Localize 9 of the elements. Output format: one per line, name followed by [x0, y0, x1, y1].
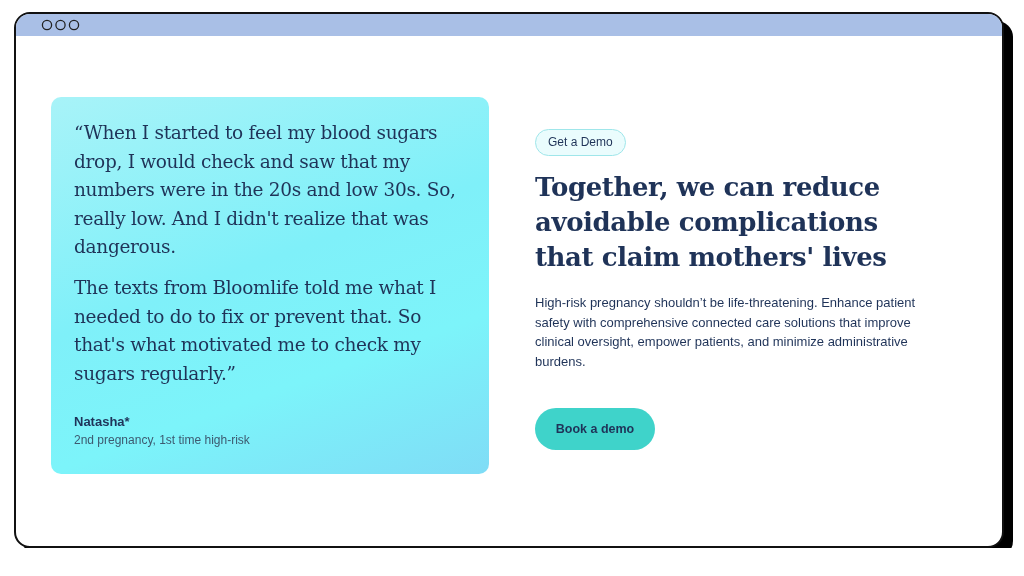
quote-paragraph: “When I started to feel my blood sugars drop, I would check and saw that my numbers were in the 20s and low 30s. So, really low. And I didn't realize that was dangerous.	[74, 121, 457, 260]
author-name: Natasha*	[74, 414, 131, 430]
hero-description: High-risk pregnancy shouldn’t be life-threatening. Enhance patient safety with comprehensive connected care solutions that improve clinical oversight, empower patients, and minimize administrative burdens.	[535, 294, 917, 371]
author-detail: 2nd pregnancy, 1st time high-risk	[74, 433, 251, 448]
demo-badge[interactable]: Get a Demo	[535, 129, 626, 156]
book-demo-button[interactable]: Book a demo	[535, 408, 655, 450]
quote-paragraph: The texts from Bloomlife told me what I needed to do to fix or prevent that. So that's what motivated me to check my sugars regularly.”	[74, 275, 438, 386]
window-controls-icon	[41, 19, 80, 31]
hero-heading: Together, we can reduce avoidable complications that claim mothers' lives	[535, 171, 888, 274]
